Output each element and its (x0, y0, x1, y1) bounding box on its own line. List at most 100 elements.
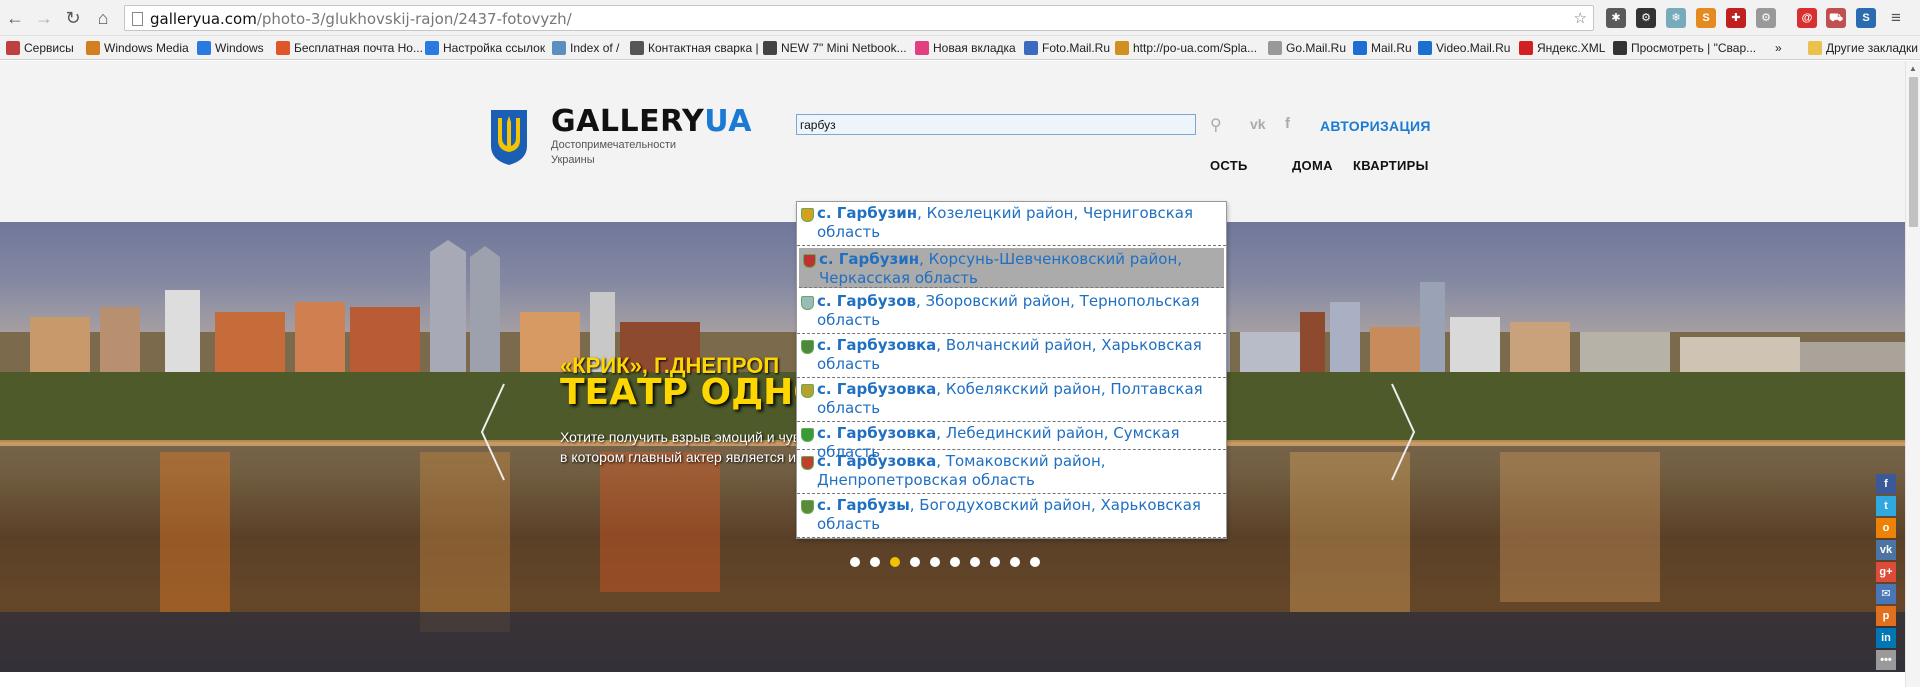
bookmark-item[interactable]: Яндекс.XML (1519, 39, 1605, 57)
bookmark-item[interactable]: Index of / (552, 39, 619, 57)
extension-gear-icon[interactable]: ⚙ (1636, 8, 1656, 28)
extension-flag-icon[interactable]: ✚ (1726, 8, 1746, 28)
bookmark-item[interactable]: Просмотреть | "Свар... (1613, 39, 1756, 57)
bookmark-favicon-icon (915, 41, 929, 55)
share-pinterest-icon[interactable]: p (1876, 606, 1896, 626)
slider-dot[interactable] (930, 557, 940, 567)
extension-cog-icon[interactable]: ⚙ (1756, 8, 1776, 28)
menu-item-houses[interactable]: ДОМА (1292, 158, 1333, 173)
slider-dots (850, 555, 1050, 570)
bookmark-favicon-icon (1268, 41, 1282, 55)
share-google-plus-icon[interactable]: g+ (1876, 562, 1896, 582)
coat-of-arms-icon (801, 340, 814, 354)
bookmark-favicon-icon (86, 41, 100, 55)
bookmark-favicon-icon (1418, 41, 1432, 55)
suggestion-item[interactable]: с. Гарбузовка, Томаковский район, Днепроп… (797, 450, 1226, 494)
menu-item-property[interactable]: ОСТЬ (1210, 158, 1248, 173)
menu-item-apartments[interactable]: КВАРТИРЫ (1353, 158, 1429, 173)
slider-prev-arrow[interactable] (478, 382, 508, 482)
address-bar[interactable]: galleryua.com/photo-3/glukhovskij-rajon/… (124, 5, 1594, 31)
share-facebook-icon[interactable]: f (1876, 474, 1896, 494)
site-brand[interactable]: GALLERYUA (551, 104, 752, 139)
coat-of-arms-icon (801, 208, 814, 222)
coat-of-arms-icon (801, 456, 814, 470)
facebook-icon[interactable]: f (1285, 115, 1290, 132)
slider-dot[interactable] (1010, 557, 1020, 567)
menu-icon[interactable]: ≡ (1886, 8, 1906, 28)
share-twitter-icon[interactable]: t (1876, 496, 1896, 516)
suggestion-item[interactable]: с. Гарбузовка, Кобелякский район, Полтав… (797, 378, 1226, 422)
coat-of-arms-icon (801, 500, 814, 514)
back-icon[interactable]: ← (4, 7, 26, 29)
reload-icon[interactable]: ↻ (62, 7, 84, 29)
search-icon[interactable]: ⚲ (1210, 115, 1222, 135)
suggestion-item[interactable]: с. Гарбузов, Зборовский район, Тернополь… (797, 290, 1226, 334)
slider-next-arrow[interactable] (1388, 382, 1418, 482)
bookmark-favicon-icon (763, 41, 777, 55)
bookmark-star-icon[interactable]: ☆ (1574, 9, 1587, 27)
suggestion-item[interactable]: с. Гарбузин, Корсунь-Шевченковский район… (799, 248, 1224, 288)
extension-orange-icon[interactable]: S (1696, 8, 1716, 28)
share-email-icon[interactable]: ✉ (1876, 584, 1896, 604)
trident-logo-icon[interactable] (489, 108, 529, 166)
scroll-up-arrow-icon[interactable]: ▲ (1909, 64, 1917, 73)
bookmark-item[interactable]: Windows (197, 39, 264, 57)
home-icon[interactable]: ⌂ (92, 7, 114, 29)
share-vkontakte-icon[interactable]: vk (1876, 540, 1896, 560)
slider-dot[interactable] (1030, 557, 1040, 567)
bookmark-favicon-icon (276, 41, 290, 55)
scrollbar[interactable]: ▲ (1905, 61, 1920, 687)
bookmarks-bar: » Другие закладки Сервисы Windows Media Wi… (0, 36, 1920, 60)
bookmark-favicon-icon (1613, 41, 1627, 55)
bookmark-item[interactable]: Новая вкладка (915, 39, 1016, 57)
bookmark-item[interactable]: Video.Mail.Ru (1418, 39, 1510, 57)
slider-dot[interactable] (870, 557, 880, 567)
extension-bug-icon[interactable]: ✱ (1606, 8, 1626, 28)
bookmark-item[interactable]: Foto.Mail.Ru (1024, 39, 1110, 57)
url-text: galleryua.com/photo-3/glukhovskij-rajon/… (150, 10, 572, 28)
coat-of-arms-icon (801, 428, 814, 442)
slider-dot[interactable] (850, 557, 860, 567)
suggestion-item[interactable]: с. Гарбузовка, Волчанский район, Харьков… (797, 334, 1226, 378)
login-link[interactable]: АВТОРИЗАЦИЯ (1320, 118, 1431, 134)
coat-of-arms-icon (801, 296, 814, 310)
share-linkedin-icon[interactable]: in (1876, 628, 1896, 648)
slider-dot[interactable] (970, 557, 980, 567)
share-more-icon[interactable]: ••• (1876, 650, 1896, 670)
bookmark-item[interactable]: Сервисы (6, 39, 74, 57)
slider-dot[interactable] (950, 557, 960, 567)
suggestion-item[interactable]: с. Гарбузин, Козелецкий район, Черниговс… (797, 202, 1226, 246)
bookmark-item[interactable]: Бесплатная почта Ho... (276, 39, 423, 57)
extension-snowflake-icon[interactable]: ❄ (1666, 8, 1686, 28)
folder-icon (1808, 41, 1822, 55)
bookmark-item[interactable]: Контактная сварка | (630, 39, 759, 57)
coat-of-arms-icon (803, 254, 816, 268)
share-odnoklassniki-icon[interactable]: o (1876, 518, 1896, 538)
bookmark-item[interactable]: Windows Media (86, 39, 189, 57)
slider-dot[interactable] (910, 557, 920, 567)
slider-dot[interactable] (890, 557, 900, 567)
bookmark-item[interactable]: Go.Mail.Ru (1268, 39, 1346, 57)
bookmark-favicon-icon (425, 41, 439, 55)
hero-title[interactable]: ТЕАТР ОДНО (560, 372, 824, 413)
bookmark-item[interactable]: NEW 7" Mini Netbook... (763, 39, 907, 57)
extension-s-icon[interactable]: S (1856, 8, 1876, 28)
coat-of-arms-icon (801, 384, 814, 398)
bookmark-item[interactable]: http://po-ua.com/Spla... (1115, 39, 1257, 57)
scrollbar-thumb[interactable] (1909, 77, 1918, 227)
slider-dot[interactable] (990, 557, 1000, 567)
bookmark-item[interactable]: Настройка ссылок (425, 39, 545, 57)
browser-toolbar: ← → ↻ ⌂ galleryua.com/photo-3/glukhovski… (0, 0, 1920, 36)
bookmark-favicon-icon (552, 41, 566, 55)
suggestion-item[interactable]: с. Гарбузы, Богодуховский район, Харьков… (797, 494, 1226, 538)
bookmarks-overflow-button[interactable]: » (1775, 39, 1782, 57)
forward-icon[interactable]: → (33, 7, 55, 29)
bookmark-item[interactable]: Mail.Ru (1353, 39, 1412, 57)
search-input[interactable] (796, 114, 1196, 135)
other-bookmarks-folder[interactable]: Другие закладки (1808, 39, 1918, 57)
suggestion-item[interactable]: с. Гарбузовка, Лебединский район, Сумска… (797, 422, 1226, 461)
bookmark-favicon-icon (197, 41, 211, 55)
extension-red-icon[interactable]: @ (1797, 8, 1817, 28)
extension-cart-icon[interactable]: ⛟ (1826, 8, 1846, 28)
vk-icon[interactable]: vk (1250, 116, 1266, 132)
